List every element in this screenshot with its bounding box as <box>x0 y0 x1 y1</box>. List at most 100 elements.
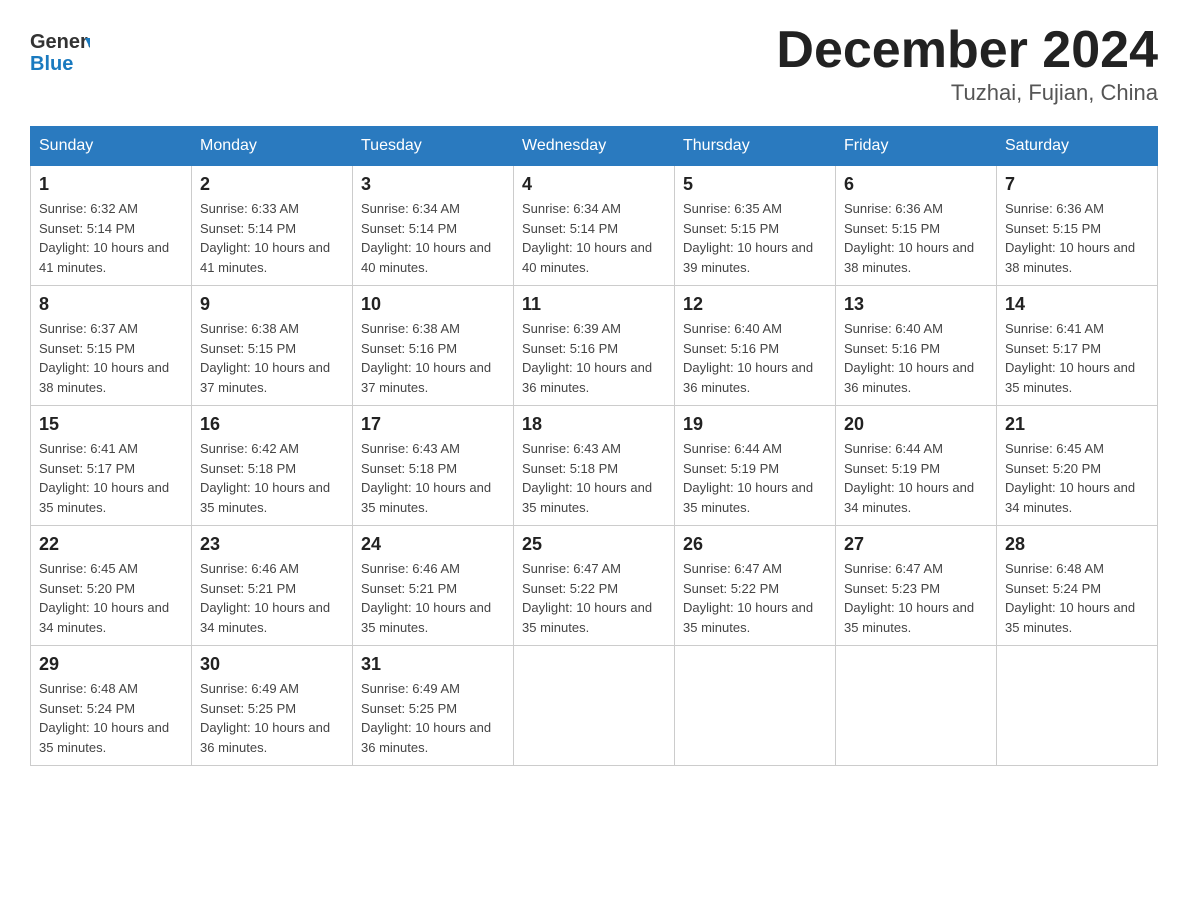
calendar-cell: 7 Sunrise: 6:36 AM Sunset: 5:15 PM Dayli… <box>997 166 1158 286</box>
header-friday: Friday <box>836 127 997 166</box>
title-section: December 2024 Tuzhai, Fujian, China <box>776 20 1158 106</box>
day-number: 17 <box>361 414 505 435</box>
header-sunday: Sunday <box>31 127 192 166</box>
calendar-cell: 24 Sunrise: 6:46 AM Sunset: 5:21 PM Dayl… <box>353 526 514 646</box>
svg-text:General: General <box>30 31 90 53</box>
calendar-cell: 10 Sunrise: 6:38 AM Sunset: 5:16 PM Dayl… <box>353 286 514 406</box>
day-info: Sunrise: 6:34 AM Sunset: 5:14 PM Dayligh… <box>361 199 505 277</box>
calendar-cell: 25 Sunrise: 6:47 AM Sunset: 5:22 PM Dayl… <box>514 526 675 646</box>
day-info: Sunrise: 6:47 AM Sunset: 5:23 PM Dayligh… <box>844 559 988 637</box>
header-monday: Monday <box>192 127 353 166</box>
day-number: 22 <box>39 534 183 555</box>
day-number: 23 <box>200 534 344 555</box>
day-info: Sunrise: 6:41 AM Sunset: 5:17 PM Dayligh… <box>1005 319 1149 397</box>
day-info: Sunrise: 6:48 AM Sunset: 5:24 PM Dayligh… <box>1005 559 1149 637</box>
calendar-cell: 29 Sunrise: 6:48 AM Sunset: 5:24 PM Dayl… <box>31 646 192 766</box>
page-header: General Blue December 2024 Tuzhai, Fujia… <box>30 20 1158 106</box>
calendar-cell: 22 Sunrise: 6:45 AM Sunset: 5:20 PM Dayl… <box>31 526 192 646</box>
day-info: Sunrise: 6:35 AM Sunset: 5:15 PM Dayligh… <box>683 199 827 277</box>
day-number: 25 <box>522 534 666 555</box>
day-number: 8 <box>39 294 183 315</box>
day-number: 18 <box>522 414 666 435</box>
calendar-cell: 31 Sunrise: 6:49 AM Sunset: 5:25 PM Dayl… <box>353 646 514 766</box>
day-info: Sunrise: 6:47 AM Sunset: 5:22 PM Dayligh… <box>522 559 666 637</box>
calendar-cell: 23 Sunrise: 6:46 AM Sunset: 5:21 PM Dayl… <box>192 526 353 646</box>
day-info: Sunrise: 6:45 AM Sunset: 5:20 PM Dayligh… <box>1005 439 1149 517</box>
day-number: 24 <box>361 534 505 555</box>
calendar-cell: 5 Sunrise: 6:35 AM Sunset: 5:15 PM Dayli… <box>675 166 836 286</box>
header-wednesday: Wednesday <box>514 127 675 166</box>
day-info: Sunrise: 6:44 AM Sunset: 5:19 PM Dayligh… <box>683 439 827 517</box>
day-info: Sunrise: 6:48 AM Sunset: 5:24 PM Dayligh… <box>39 679 183 757</box>
calendar-week-5: 29 Sunrise: 6:48 AM Sunset: 5:24 PM Dayl… <box>31 646 1158 766</box>
day-info: Sunrise: 6:36 AM Sunset: 5:15 PM Dayligh… <box>1005 199 1149 277</box>
svg-text:Blue: Blue <box>30 53 73 75</box>
calendar-cell: 1 Sunrise: 6:32 AM Sunset: 5:14 PM Dayli… <box>31 166 192 286</box>
day-number: 20 <box>844 414 988 435</box>
day-info: Sunrise: 6:39 AM Sunset: 5:16 PM Dayligh… <box>522 319 666 397</box>
calendar-cell: 19 Sunrise: 6:44 AM Sunset: 5:19 PM Dayl… <box>675 406 836 526</box>
day-number: 15 <box>39 414 183 435</box>
day-info: Sunrise: 6:36 AM Sunset: 5:15 PM Dayligh… <box>844 199 988 277</box>
day-info: Sunrise: 6:32 AM Sunset: 5:14 PM Dayligh… <box>39 199 183 277</box>
day-info: Sunrise: 6:43 AM Sunset: 5:18 PM Dayligh… <box>522 439 666 517</box>
calendar-cell: 6 Sunrise: 6:36 AM Sunset: 5:15 PM Dayli… <box>836 166 997 286</box>
day-number: 5 <box>683 174 827 195</box>
header-thursday: Thursday <box>675 127 836 166</box>
day-number: 16 <box>200 414 344 435</box>
calendar-cell: 11 Sunrise: 6:39 AM Sunset: 5:16 PM Dayl… <box>514 286 675 406</box>
calendar-cell: 18 Sunrise: 6:43 AM Sunset: 5:18 PM Dayl… <box>514 406 675 526</box>
calendar-cell: 16 Sunrise: 6:42 AM Sunset: 5:18 PM Dayl… <box>192 406 353 526</box>
calendar-cell: 26 Sunrise: 6:47 AM Sunset: 5:22 PM Dayl… <box>675 526 836 646</box>
calendar-cell: 9 Sunrise: 6:38 AM Sunset: 5:15 PM Dayli… <box>192 286 353 406</box>
calendar-cell: 4 Sunrise: 6:34 AM Sunset: 5:14 PM Dayli… <box>514 166 675 286</box>
day-number: 29 <box>39 654 183 675</box>
day-number: 28 <box>1005 534 1149 555</box>
day-info: Sunrise: 6:41 AM Sunset: 5:17 PM Dayligh… <box>39 439 183 517</box>
day-number: 6 <box>844 174 988 195</box>
calendar-cell: 30 Sunrise: 6:49 AM Sunset: 5:25 PM Dayl… <box>192 646 353 766</box>
day-info: Sunrise: 6:43 AM Sunset: 5:18 PM Dayligh… <box>361 439 505 517</box>
calendar-cell <box>836 646 997 766</box>
calendar-cell: 12 Sunrise: 6:40 AM Sunset: 5:16 PM Dayl… <box>675 286 836 406</box>
calendar-table: Sunday Monday Tuesday Wednesday Thursday… <box>30 126 1158 766</box>
day-number: 9 <box>200 294 344 315</box>
calendar-cell <box>514 646 675 766</box>
calendar-cell: 13 Sunrise: 6:40 AM Sunset: 5:16 PM Dayl… <box>836 286 997 406</box>
calendar-week-4: 22 Sunrise: 6:45 AM Sunset: 5:20 PM Dayl… <box>31 526 1158 646</box>
calendar-week-1: 1 Sunrise: 6:32 AM Sunset: 5:14 PM Dayli… <box>31 166 1158 286</box>
calendar-cell <box>675 646 836 766</box>
calendar-header-row: Sunday Monday Tuesday Wednesday Thursday… <box>31 127 1158 166</box>
day-number: 11 <box>522 294 666 315</box>
calendar-cell: 28 Sunrise: 6:48 AM Sunset: 5:24 PM Dayl… <box>997 526 1158 646</box>
day-number: 19 <box>683 414 827 435</box>
day-info: Sunrise: 6:46 AM Sunset: 5:21 PM Dayligh… <box>200 559 344 637</box>
day-info: Sunrise: 6:46 AM Sunset: 5:21 PM Dayligh… <box>361 559 505 637</box>
calendar-cell <box>997 646 1158 766</box>
month-title: December 2024 <box>776 20 1158 80</box>
day-info: Sunrise: 6:44 AM Sunset: 5:19 PM Dayligh… <box>844 439 988 517</box>
day-info: Sunrise: 6:49 AM Sunset: 5:25 PM Dayligh… <box>361 679 505 757</box>
day-number: 2 <box>200 174 344 195</box>
day-number: 30 <box>200 654 344 675</box>
day-info: Sunrise: 6:47 AM Sunset: 5:22 PM Dayligh… <box>683 559 827 637</box>
day-info: Sunrise: 6:45 AM Sunset: 5:20 PM Dayligh… <box>39 559 183 637</box>
day-number: 4 <box>522 174 666 195</box>
day-number: 26 <box>683 534 827 555</box>
calendar-cell: 27 Sunrise: 6:47 AM Sunset: 5:23 PM Dayl… <box>836 526 997 646</box>
day-number: 3 <box>361 174 505 195</box>
logo-icon: General Blue <box>30 20 90 75</box>
day-info: Sunrise: 6:38 AM Sunset: 5:15 PM Dayligh… <box>200 319 344 397</box>
calendar-cell: 8 Sunrise: 6:37 AM Sunset: 5:15 PM Dayli… <box>31 286 192 406</box>
header-tuesday: Tuesday <box>353 127 514 166</box>
day-number: 10 <box>361 294 505 315</box>
header-saturday: Saturday <box>997 127 1158 166</box>
day-number: 14 <box>1005 294 1149 315</box>
calendar-cell: 21 Sunrise: 6:45 AM Sunset: 5:20 PM Dayl… <box>997 406 1158 526</box>
day-number: 21 <box>1005 414 1149 435</box>
calendar-cell: 14 Sunrise: 6:41 AM Sunset: 5:17 PM Dayl… <box>997 286 1158 406</box>
calendar-cell: 17 Sunrise: 6:43 AM Sunset: 5:18 PM Dayl… <box>353 406 514 526</box>
calendar-cell: 3 Sunrise: 6:34 AM Sunset: 5:14 PM Dayli… <box>353 166 514 286</box>
day-number: 7 <box>1005 174 1149 195</box>
day-info: Sunrise: 6:38 AM Sunset: 5:16 PM Dayligh… <box>361 319 505 397</box>
